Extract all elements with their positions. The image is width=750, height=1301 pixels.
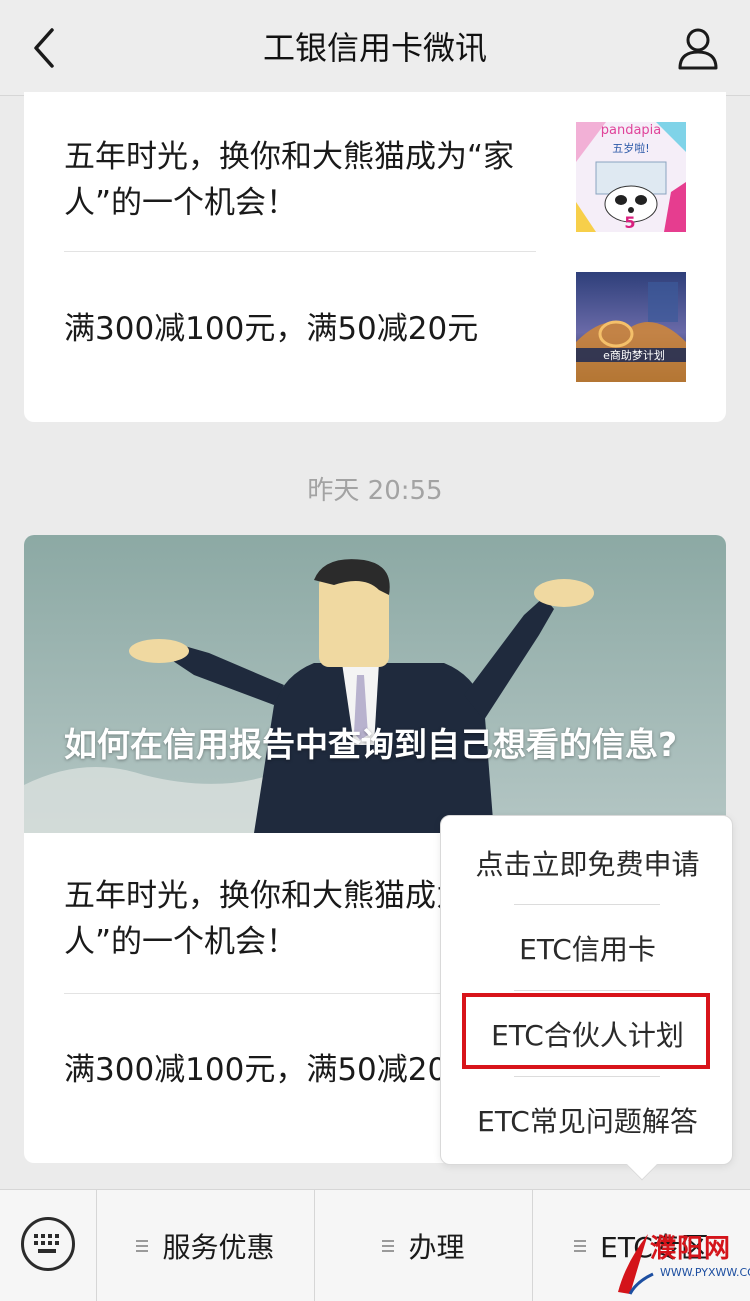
cover-article-title: 如何在信用报告中查询到自己想看的信息? xyxy=(64,725,678,764)
thumbnail-subtitle-text: 五岁啦! xyxy=(612,141,649,155)
thumbnail-logo-text: e商助梦计划 xyxy=(603,348,665,362)
site-watermark-logo: 濮阳网 WWW.PYXWW.COM xyxy=(608,1222,750,1301)
navigation-bar: 工银信用卡微讯 xyxy=(0,0,750,96)
watermark-url: WWW.PYXWW.COM xyxy=(660,1266,750,1279)
article-title: 五年时光，换你和大熊猫成为“家人”的一个机会！ xyxy=(64,139,515,221)
cover-image[interactable]: 如何在信用报告中查询到自己想看的信息? xyxy=(24,535,726,833)
divider xyxy=(64,251,536,252)
menu-button-service-offers[interactable]: 服务优惠 xyxy=(97,1190,315,1301)
article-item[interactable]: 满300减100元，满50减20元 e商助梦计划 xyxy=(64,264,686,404)
article-thumbnail: pandapia 五岁啦! 5 xyxy=(576,122,686,232)
highlight-annotation-box xyxy=(462,993,710,1069)
submenu-divider xyxy=(514,990,660,991)
thumbnail-number-text: 5 xyxy=(624,213,635,232)
menu-button-label: 办理 xyxy=(408,1231,465,1264)
thumbnail-logo-text: pandapia xyxy=(601,123,662,138)
article-thumbnail: e商助梦计划 xyxy=(576,272,686,382)
menu-lines-icon xyxy=(136,1237,149,1255)
article-card: 五年时光，换你和大熊猫成为“家人”的一个机会！ pandapia 五岁啦! 5 … xyxy=(24,92,726,422)
keyboard-icon xyxy=(21,1217,75,1271)
watermark-text: 濮阳网 xyxy=(650,1234,732,1264)
menu-lines-icon xyxy=(382,1237,395,1255)
etc-submenu-popup: 点击立即免费申请 ETC信用卡 ETC合伙人计划 ETC常见问题解答 xyxy=(440,815,734,1181)
submenu-divider xyxy=(514,1076,660,1077)
page-title: 工银信用卡微讯 xyxy=(262,29,487,67)
submenu-item-etc-credit-card[interactable]: ETC信用卡 xyxy=(441,913,734,983)
submenu-item-free-apply[interactable]: 点击立即免费申请 xyxy=(441,828,734,898)
submenu-item-etc-faq[interactable]: ETC常见问题解答 xyxy=(441,1085,734,1155)
submenu-divider xyxy=(514,904,660,905)
menu-lines-icon xyxy=(574,1237,587,1255)
article-title: 满300减100元，满50减20元 xyxy=(64,311,479,347)
menu-button-apply[interactable]: 办理 xyxy=(315,1190,533,1301)
person-icon[interactable] xyxy=(676,26,720,70)
article-item[interactable]: 五年时光，换你和大熊猫成为“家人”的一个机会！ pandapia 五岁啦! 5 xyxy=(64,114,686,250)
message-timestamp: 昨天 20:55 xyxy=(307,476,443,506)
keyboard-toggle-button[interactable] xyxy=(0,1190,97,1301)
menu-button-label: 服务优惠 xyxy=(162,1231,275,1264)
